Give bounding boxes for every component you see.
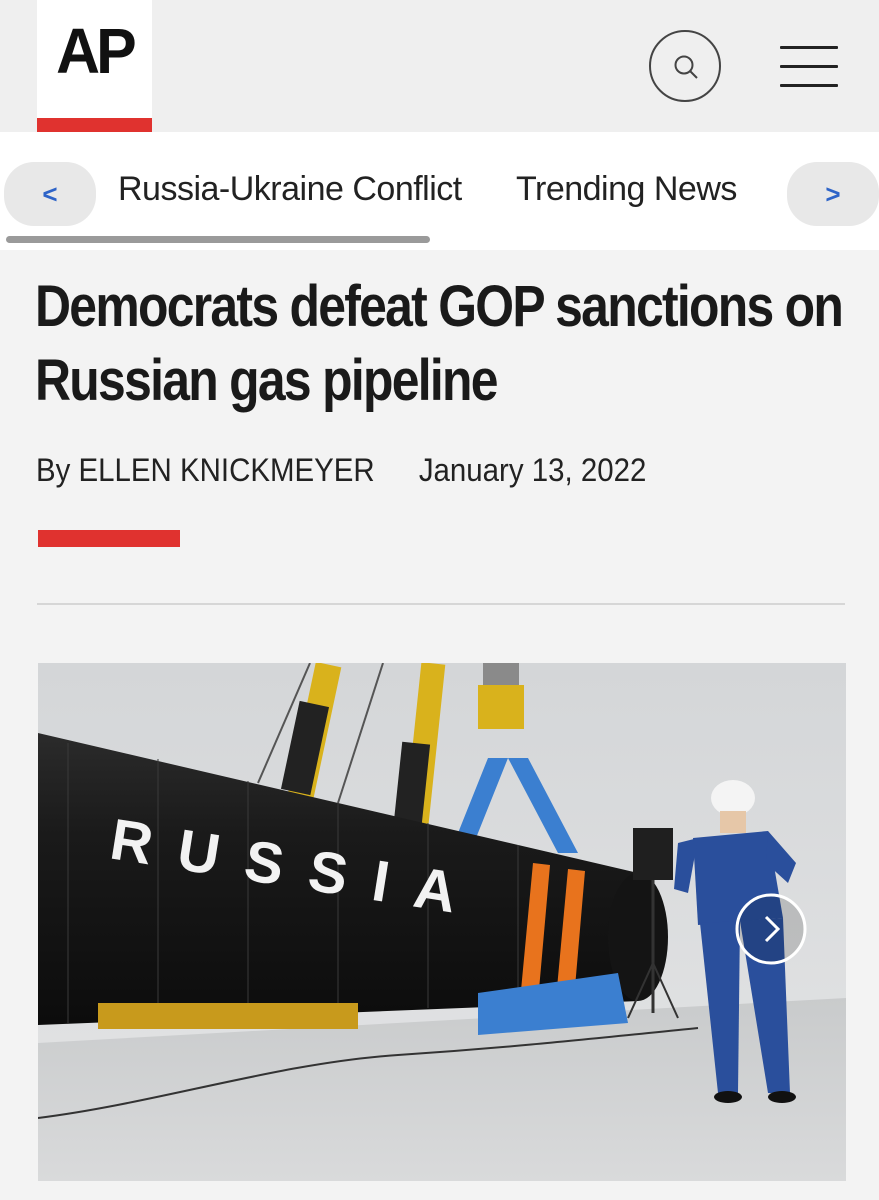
nav-link-russia-ukraine[interactable]: Russia-Ukraine Conflict (118, 170, 462, 209)
divider (37, 603, 845, 605)
nav-next-button[interactable]: > (787, 162, 879, 226)
hamburger-menu-icon (780, 65, 838, 68)
publish-date: January 13, 2022 (418, 452, 647, 488)
author-link[interactable]: By ELLEN KNICKMEYER (36, 452, 375, 488)
site-header: AP (0, 0, 879, 132)
chevron-right-icon (735, 893, 807, 965)
byline: By ELLEN KNICKMEYER January 13, 2022 (36, 452, 646, 489)
nav-link-trending-news[interactable]: Trending News (516, 170, 737, 209)
article-photo[interactable]: RUSSIA (38, 663, 846, 1181)
article-headline: Democrats defeat GOP sanctions on Russia… (35, 274, 844, 413)
nav-scrollbar[interactable] (6, 236, 430, 243)
search-button[interactable] (649, 30, 721, 102)
nav-prev-button[interactable]: < (4, 162, 96, 226)
photo-next-button[interactable] (728, 890, 814, 968)
search-icon (674, 55, 698, 79)
menu-button[interactable] (780, 44, 838, 90)
headline-accent-bar (38, 530, 180, 547)
logo-text: AP (56, 15, 137, 87)
hamburger-menu-icon (780, 84, 838, 87)
topic-nav: < Russia-Ukraine Conflict Trending News … (0, 132, 879, 250)
logo-accent-bar (37, 118, 152, 132)
ap-logo[interactable]: AP (37, 0, 152, 132)
hamburger-menu-icon (780, 46, 838, 49)
pipeline-photo: RUSSIA (38, 663, 846, 1181)
